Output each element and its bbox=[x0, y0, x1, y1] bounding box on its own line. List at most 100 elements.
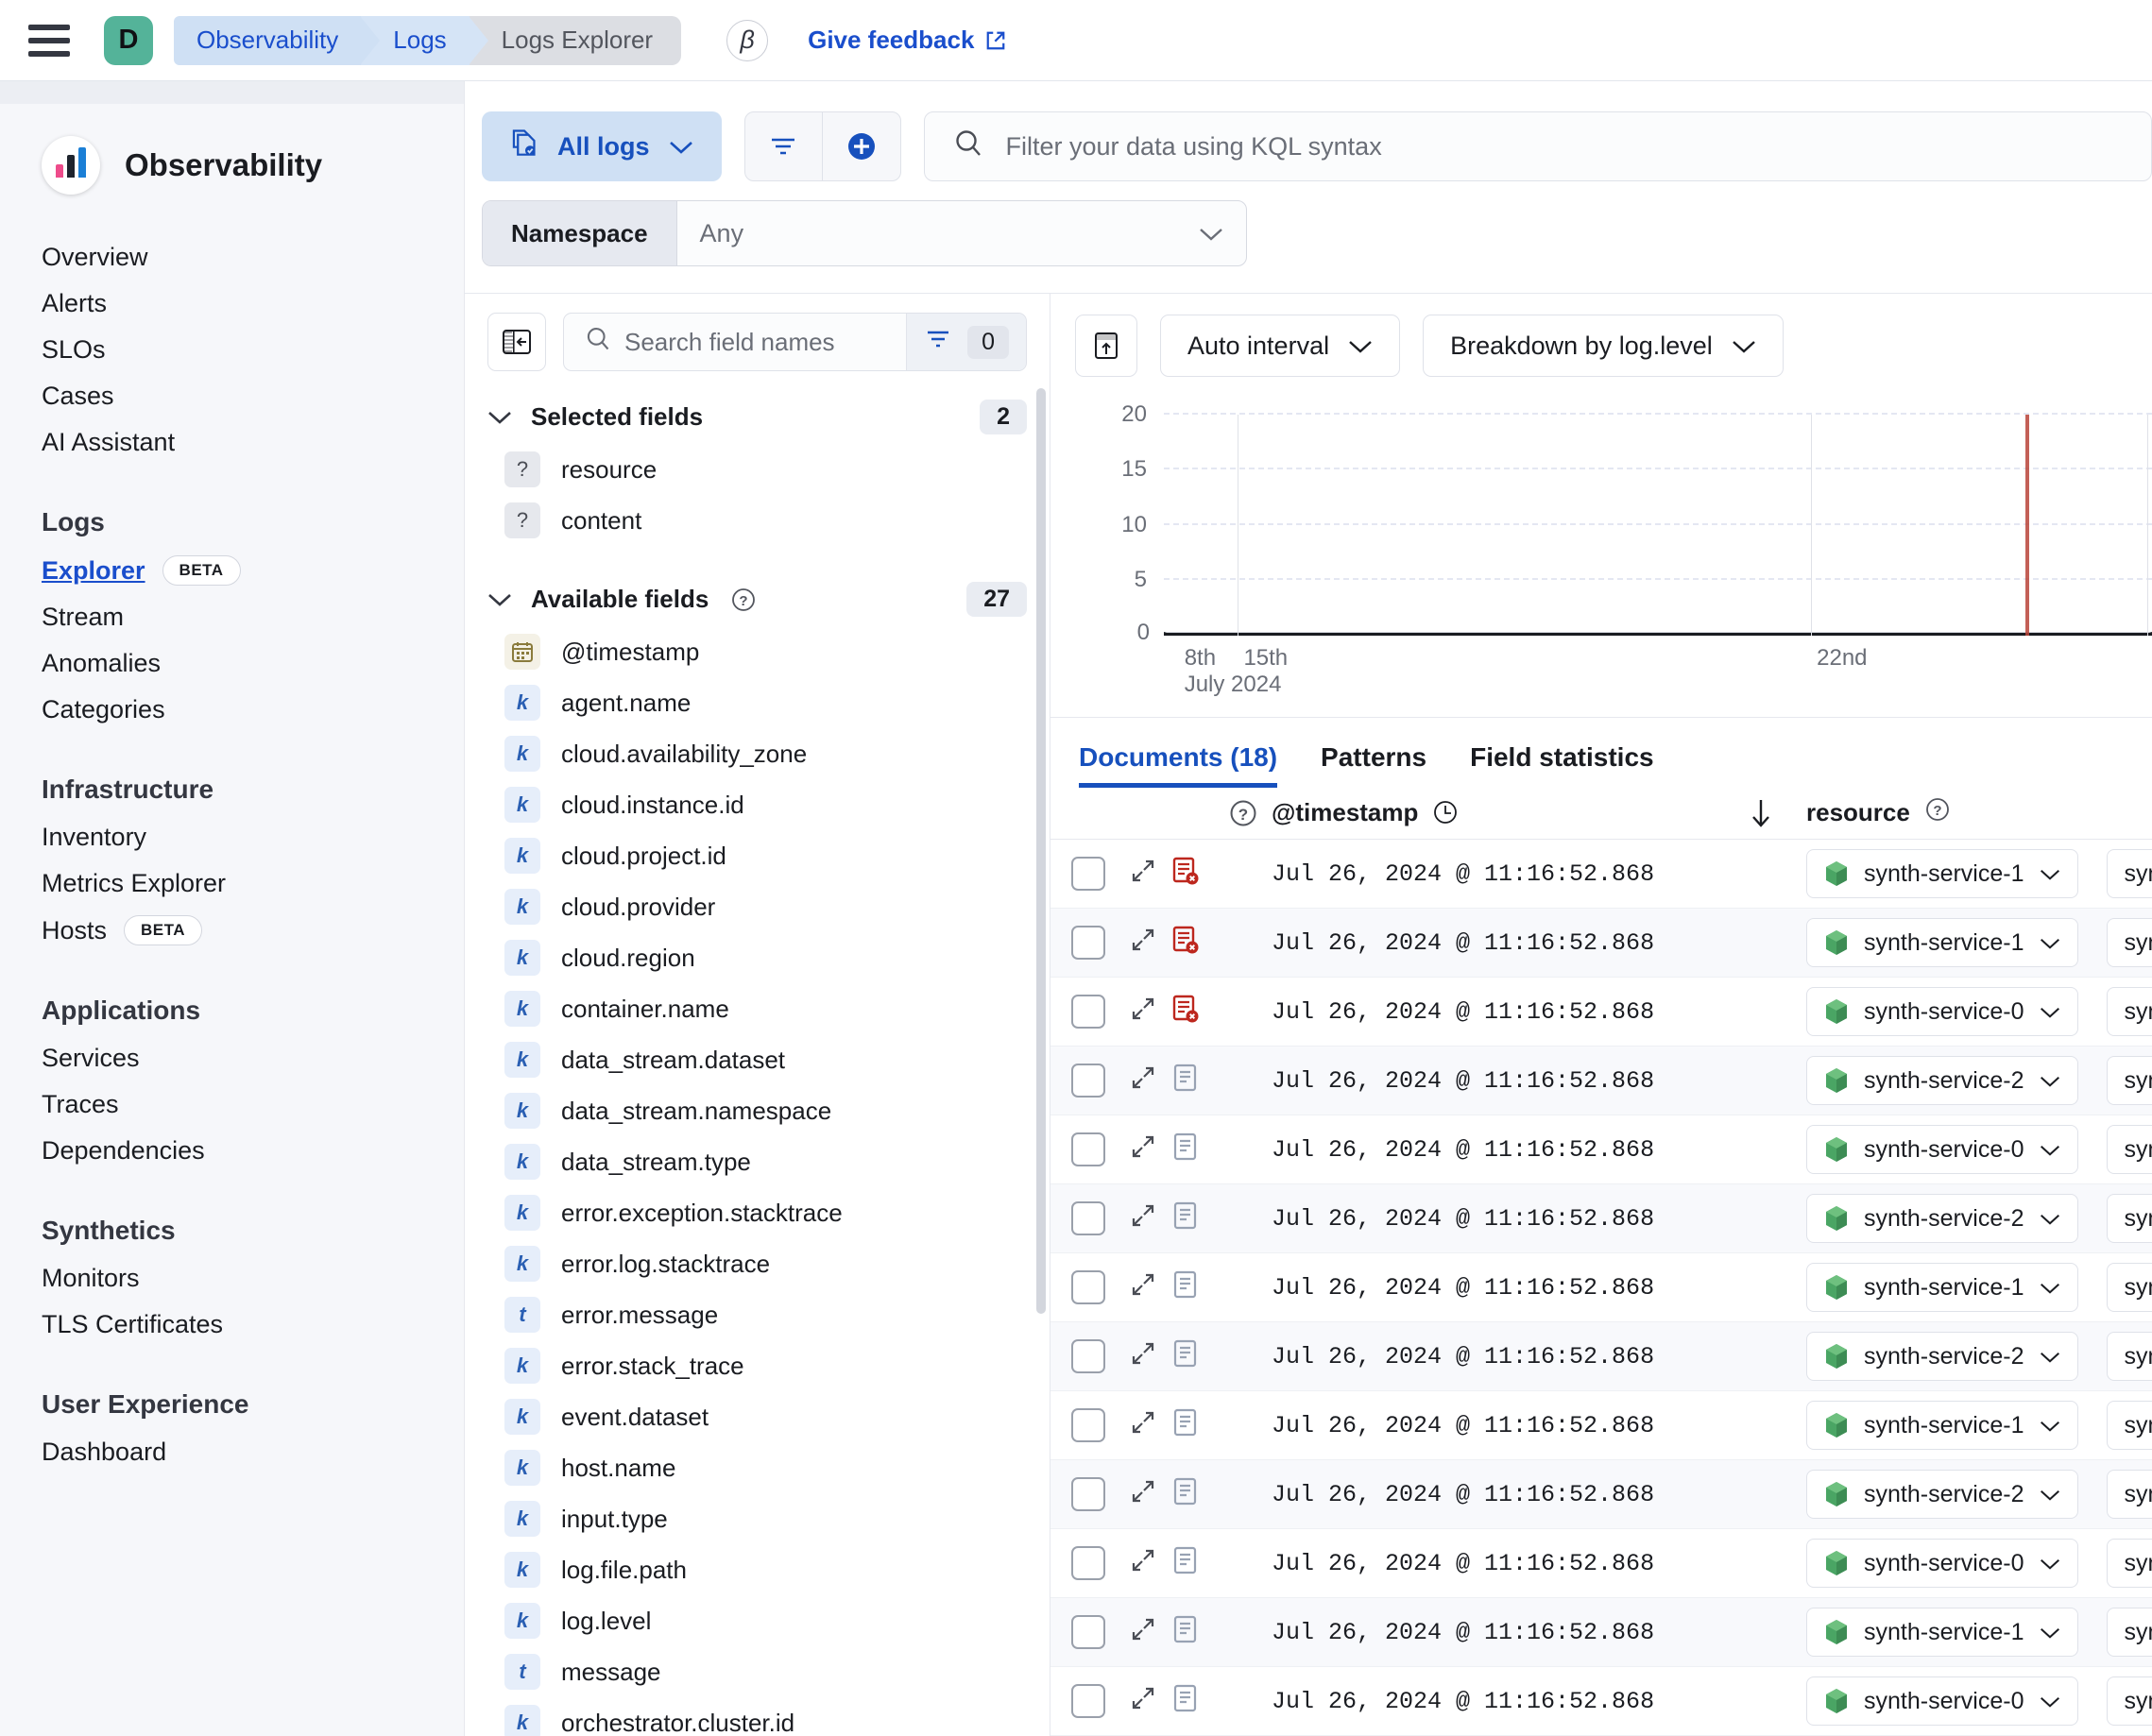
column-header-resource[interactable]: resource ? bbox=[1806, 795, 2152, 830]
sidebar-item-hosts[interactable]: Hosts BETA bbox=[0, 907, 464, 954]
document-icon[interactable] bbox=[1171, 1476, 1215, 1513]
row-checkbox[interactable] bbox=[1071, 1684, 1105, 1718]
service-badge[interactable]: synth-service-0 bbox=[1806, 1125, 2078, 1174]
service-badge[interactable]: synth-service-0 bbox=[1806, 1676, 2078, 1726]
expand-row-icon[interactable] bbox=[1128, 1545, 1171, 1582]
field-item-cloud-region[interactable]: k cloud.region bbox=[465, 932, 1050, 983]
document-icon[interactable] bbox=[1171, 1338, 1215, 1375]
service-badge[interactable]: synth-service-1 bbox=[1806, 849, 2078, 898]
document-icon[interactable] bbox=[1171, 1407, 1215, 1444]
expand-row-icon[interactable] bbox=[1128, 1269, 1171, 1306]
namespace-filter[interactable]: Namespace Any bbox=[482, 200, 1247, 266]
document-icon[interactable] bbox=[1171, 1200, 1215, 1237]
service-badge[interactable]: synth-service-1 bbox=[1806, 918, 2078, 967]
service-badge[interactable]: synth-service-2 bbox=[1806, 1194, 2078, 1243]
document-icon[interactable] bbox=[1171, 1614, 1215, 1651]
tab-field-statistics[interactable]: Field statistics bbox=[1470, 742, 1654, 788]
resource-value[interactable]: synth-service-1-96 bbox=[2106, 918, 2152, 967]
available-fields-section-header[interactable]: Available fields ? 27 bbox=[465, 567, 1050, 626]
field-item-error-stack-trace[interactable]: k error.stack_trace bbox=[465, 1340, 1050, 1391]
help-icon[interactable]: ? bbox=[1923, 795, 1952, 830]
row-checkbox[interactable] bbox=[1071, 926, 1105, 960]
field-list-scrollbar[interactable] bbox=[1036, 388, 1046, 1314]
expand-row-icon[interactable] bbox=[1128, 1132, 1171, 1168]
expand-row-icon[interactable] bbox=[1128, 1200, 1171, 1237]
table-row[interactable]: Jul 26, 2024 @ 11:16:52.868 synth-service… bbox=[1050, 1184, 2152, 1253]
resource-value[interactable]: synth-service-1-96 bbox=[2106, 1263, 2152, 1312]
degraded-document-icon[interactable] bbox=[1171, 925, 1215, 962]
sidebar-item-stream[interactable]: Stream bbox=[0, 594, 464, 640]
row-checkbox[interactable] bbox=[1071, 857, 1105, 891]
field-item-content[interactable]: ? content bbox=[465, 495, 1050, 546]
field-item-data-stream-dataset[interactable]: k data_stream.dataset bbox=[465, 1034, 1050, 1085]
expand-row-icon[interactable] bbox=[1128, 856, 1171, 893]
sidebar-item-metrics-explorer[interactable]: Metrics Explorer bbox=[0, 860, 464, 907]
field-search-input[interactable]: Search field names 0 bbox=[563, 313, 1027, 371]
resource-value[interactable]: synth-service-1-96 bbox=[2106, 1608, 2152, 1657]
sidebar-item-alerts[interactable]: Alerts bbox=[0, 281, 464, 327]
table-row[interactable]: Jul 26, 2024 @ 11:16:52.868 synth-service… bbox=[1050, 909, 2152, 978]
sidebar-item-inventory[interactable]: Inventory bbox=[0, 814, 464, 860]
document-icon[interactable] bbox=[1171, 1683, 1215, 1720]
document-icon[interactable] bbox=[1171, 1545, 1215, 1582]
search-input[interactable]: Filter your data using KQL syntax bbox=[923, 111, 2152, 181]
expand-row-icon[interactable] bbox=[1128, 925, 1171, 962]
interval-selector-button[interactable]: Auto interval bbox=[1160, 315, 1401, 377]
table-row[interactable]: Jul 26, 2024 @ 11:16:52.868 synth-service… bbox=[1050, 840, 2152, 909]
column-header-timestamp[interactable]: @timestamp bbox=[1272, 798, 1716, 828]
row-checkbox[interactable] bbox=[1071, 1270, 1105, 1304]
chart-annotation-line[interactable] bbox=[2024, 415, 2029, 636]
field-item-host-name[interactable]: k host.name bbox=[465, 1442, 1050, 1493]
resource-value[interactable]: synth-service-2-9 bbox=[2106, 1332, 2152, 1381]
expand-row-icon[interactable] bbox=[1128, 1407, 1171, 1444]
tab-patterns[interactable]: Patterns bbox=[1321, 742, 1426, 788]
document-icon[interactable] bbox=[1171, 1269, 1215, 1306]
field-item-log-file-path[interactable]: k log.file.path bbox=[465, 1544, 1050, 1595]
service-badge[interactable]: synth-service-0 bbox=[1806, 1539, 2078, 1588]
table-row[interactable]: Jul 26, 2024 @ 11:16:52.868 synth-service… bbox=[1050, 1253, 2152, 1322]
timestamp-help-icon[interactable]: ? bbox=[1215, 797, 1272, 829]
sidebar-item-tls-certificates[interactable]: TLS Certificates bbox=[0, 1302, 464, 1348]
field-item-cloud-provider[interactable]: k cloud.provider bbox=[465, 881, 1050, 932]
resource-value[interactable]: synth-service-0-9 bbox=[2106, 987, 2152, 1036]
table-row[interactable]: Jul 26, 2024 @ 11:16:52.868 synth-service… bbox=[1050, 1322, 2152, 1391]
sidebar-item-anomalies[interactable]: Anomalies bbox=[0, 640, 464, 687]
row-checkbox[interactable] bbox=[1071, 995, 1105, 1029]
document-icon[interactable] bbox=[1171, 1132, 1215, 1168]
field-list-scroll[interactable]: Selected fields 2 ? resource ? content A… bbox=[465, 384, 1050, 1736]
row-checkbox[interactable] bbox=[1071, 1064, 1105, 1098]
resource-value[interactable]: synth-service-0-9 bbox=[2106, 1676, 2152, 1726]
expand-row-icon[interactable] bbox=[1128, 994, 1171, 1030]
field-item-container-name[interactable]: k container.name bbox=[465, 983, 1050, 1034]
expand-row-icon[interactable] bbox=[1128, 1338, 1171, 1375]
sidebar-item-monitors[interactable]: Monitors bbox=[0, 1255, 464, 1302]
sidebar-item-dashboard[interactable]: Dashboard bbox=[0, 1429, 464, 1475]
table-row[interactable]: Jul 26, 2024 @ 11:16:52.868 synth-service… bbox=[1050, 1667, 2152, 1736]
expand-row-icon[interactable] bbox=[1128, 1683, 1171, 1720]
degraded-document-icon[interactable] bbox=[1171, 994, 1215, 1030]
field-item-input-type[interactable]: k input.type bbox=[465, 1493, 1050, 1544]
resource-value[interactable]: synth-service-1-96 bbox=[2106, 849, 2152, 898]
field-item-orchestrator-cluster-id[interactable]: k orchestrator.cluster.id bbox=[465, 1697, 1050, 1736]
row-checkbox[interactable] bbox=[1071, 1546, 1105, 1580]
row-checkbox[interactable] bbox=[1071, 1132, 1105, 1166]
dataset-selector-button[interactable]: All logs bbox=[482, 111, 722, 181]
breadcrumb-item-observability[interactable]: Observability bbox=[174, 15, 381, 65]
table-row[interactable]: Jul 26, 2024 @ 11:16:52.868 synth-service… bbox=[1050, 978, 2152, 1047]
table-row[interactable]: Jul 26, 2024 @ 11:16:52.868 synth-service… bbox=[1050, 1529, 2152, 1598]
add-filter-button[interactable] bbox=[823, 112, 900, 180]
table-row[interactable]: Jul 26, 2024 @ 11:16:52.868 synth-service… bbox=[1050, 1391, 2152, 1460]
field-type-filter-button[interactable]: 0 bbox=[906, 314, 1026, 370]
field-item-cloud-project-id[interactable]: k cloud.project.id bbox=[465, 830, 1050, 881]
service-badge[interactable]: synth-service-0 bbox=[1806, 987, 2078, 1036]
degraded-document-icon[interactable] bbox=[1171, 856, 1215, 893]
saved-queries-filter-icon[interactable] bbox=[745, 112, 823, 180]
row-checkbox[interactable] bbox=[1071, 1615, 1105, 1649]
field-item-event-dataset[interactable]: k event.dataset bbox=[465, 1391, 1050, 1442]
document-icon[interactable] bbox=[1171, 1063, 1215, 1099]
sidebar-item-ai-assistant[interactable]: AI Assistant bbox=[0, 419, 464, 466]
sidebar-item-categories[interactable]: Categories bbox=[0, 687, 464, 733]
give-feedback-link[interactable]: Give feedback bbox=[808, 26, 1006, 55]
sidebar-item-traces[interactable]: Traces bbox=[0, 1081, 464, 1128]
sort-descending-icon[interactable] bbox=[1716, 797, 1806, 829]
